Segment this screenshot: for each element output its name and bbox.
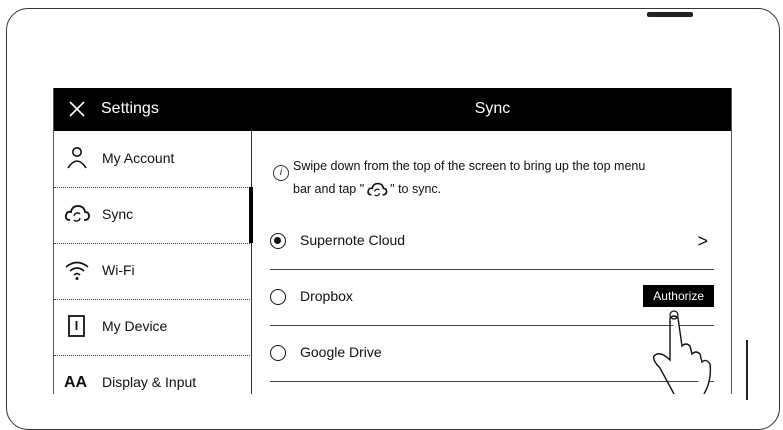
sidebar-item-wifi[interactable]: Wi-Fi	[54, 243, 250, 300]
sidebar-item-my-device[interactable]: My Device	[54, 299, 250, 356]
person-icon	[67, 147, 87, 169]
option-label: Dropbox	[300, 288, 353, 304]
radio-unselected[interactable]	[270, 289, 286, 305]
option-label: Supernote Cloud	[300, 232, 406, 248]
cloud-sync-icon	[64, 205, 90, 222]
page-title: Sync	[474, 100, 511, 117]
authorize-button[interactable]: Authorize	[643, 285, 714, 307]
option-supernote-cloud[interactable]: Supernote Cloud >	[270, 213, 714, 270]
sidebar-item-label: My Account	[102, 150, 175, 166]
font-size-icon: AA	[64, 374, 88, 391]
info-line-2-suffix: " to sync.	[390, 182, 442, 196]
info-line-1: Swipe down from the top of the screen to…	[293, 159, 646, 173]
sidebar-item-label: My Device	[102, 318, 168, 334]
wifi-icon	[65, 261, 89, 280]
info-line-2: bar and tap " " to sync.	[293, 178, 713, 201]
power-button	[647, 12, 693, 17]
sidebar-item-display-input[interactable]: AA Display & Input	[54, 355, 250, 394]
sync-instructions: Swipe down from the top of the screen to…	[293, 155, 713, 201]
device-icon	[68, 315, 85, 337]
sidebar-item-sync[interactable]: Sync	[54, 187, 250, 244]
settings-title: Settings	[101, 100, 159, 117]
sidebar-item-label: Display & Input	[102, 374, 197, 390]
sidebar-item-my-account[interactable]: My Account	[54, 131, 250, 188]
sidebar-item-label: Sync	[102, 206, 134, 222]
chevron-right-icon[interactable]: >	[697, 231, 708, 252]
info-icon: i	[273, 165, 289, 181]
top-bar: Settings Sync	[54, 88, 731, 131]
radio-unselected[interactable]	[270, 345, 286, 361]
cloud-sync-icon	[367, 182, 388, 196]
side-rule	[746, 340, 748, 400]
info-line-2-prefix: bar and tap "	[293, 182, 365, 196]
tap-hand-icon	[652, 310, 712, 394]
sidebar: My Account Sync Wi-Fi My Device AA Displ…	[54, 131, 253, 394]
option-label: Google Drive	[300, 344, 382, 360]
radio-selected[interactable]	[270, 233, 286, 249]
close-icon[interactable]	[66, 98, 88, 120]
sidebar-item-label: Wi-Fi	[102, 262, 135, 278]
